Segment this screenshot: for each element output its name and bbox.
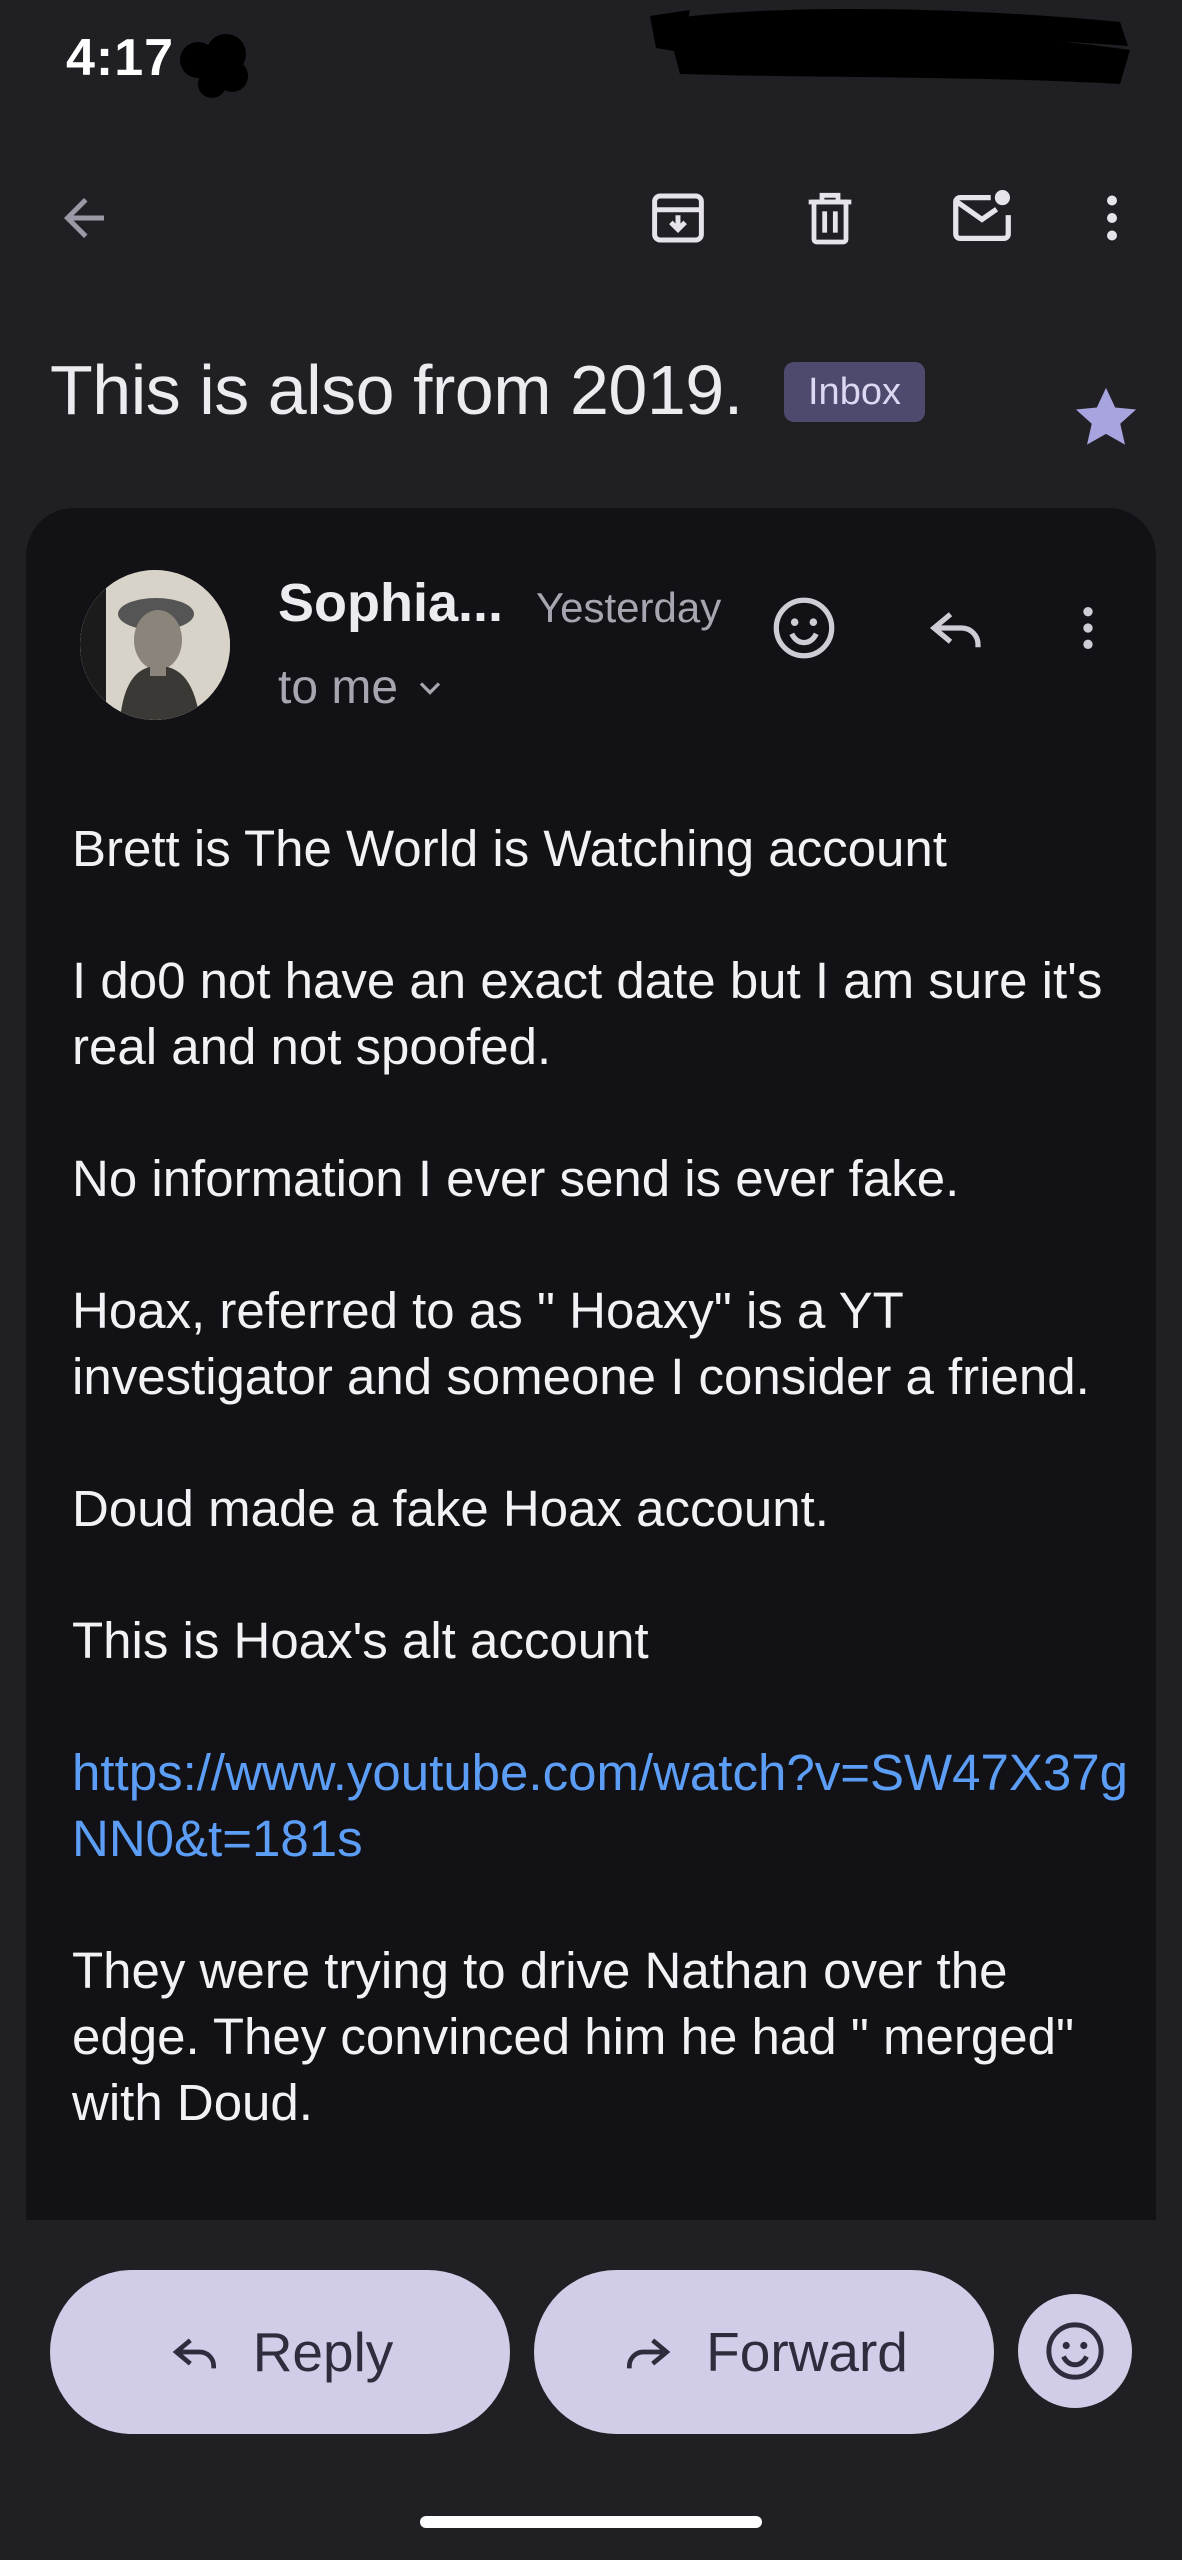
email-subject: This is also from 2019. [50,351,743,429]
mark-unread-button[interactable] [942,178,1022,258]
message-card: Sophia... Yesterday to me Brett is The W… [26,508,1156,2220]
body-paragraph: They were trying to drive Nathan over th… [72,1942,1075,2131]
avatar-photo [80,570,230,720]
inbox-label-badge[interactable]: Inbox [784,362,925,422]
status-bar: 4:17 [0,0,1182,120]
status-time: 4:17 [66,29,175,87]
recipient-details-toggle[interactable]: to me [278,660,448,715]
body-paragraph: This is Hoax's alt account [72,1612,649,1669]
home-indicator[interactable] [420,2516,762,2528]
archive-icon [652,193,704,243]
reply-icon [172,2338,216,2369]
sender-name[interactable]: Sophia... [278,572,503,634]
delete-button[interactable] [790,178,870,258]
subject-row: This is also from 2019. Inbox [0,340,1182,470]
star-icon[interactable] [1068,380,1144,456]
more-vert-icon [1107,195,1117,241]
message-body: Brett is The World is Watching account I… [72,816,1132,2202]
back-arrow-icon [64,198,104,238]
body-paragraph: Brett is The World is Watching account [72,820,947,877]
message-date: Yesterday [536,584,722,631]
bottom-action-row: Reply Forward [0,2270,1182,2440]
top-toolbar [0,150,1182,285]
forward-button[interactable]: Forward [534,2270,994,2434]
reply-label: Reply [252,2321,394,2383]
redacted-blob [180,34,248,98]
recipient-label: to me [278,661,399,714]
forward-icon [627,2338,671,2369]
more-vert-icon [1083,607,1093,649]
reply-icon [929,612,981,648]
chevron-down-icon [419,681,441,695]
more-options-button[interactable] [1072,178,1152,258]
reaction-button[interactable] [1018,2294,1132,2408]
email-detail-screen: 4:17 This is also from 2019. Inbox Sophi… [0,0,1182,2560]
back-button[interactable] [44,178,124,258]
body-paragraph: No information I ever send is ever fake. [72,1150,960,1207]
reply-button[interactable]: Reply [50,2270,510,2434]
message-more-button[interactable] [1048,588,1128,668]
redacted-scribble [650,8,1130,84]
emoji-icon [1046,2322,1104,2380]
forward-label: Forward [706,2321,908,2383]
link-paragraph: https://www.youtube.com/watch?v=SW47X37g… [72,1740,1132,1872]
reply-button-small[interactable] [916,588,996,668]
add-reaction-button[interactable] [764,588,844,668]
body-paragraph: Doud made a fake Hoax account. [72,1480,829,1537]
mark-unread-icon [953,190,1011,242]
body-paragraph: Hoax, referred to as " Hoaxy" is a YT in… [72,1282,1090,1405]
body-paragraph: I do0 not have an exact date but I am su… [72,952,1103,1075]
trash-icon [808,192,852,245]
emoji-icon [773,597,835,659]
youtube-link[interactable]: https://www.youtube.com/watch?v=SW47X37g… [72,1744,1128,1867]
sender-avatar[interactable] [80,570,230,720]
archive-button[interactable] [638,178,718,258]
